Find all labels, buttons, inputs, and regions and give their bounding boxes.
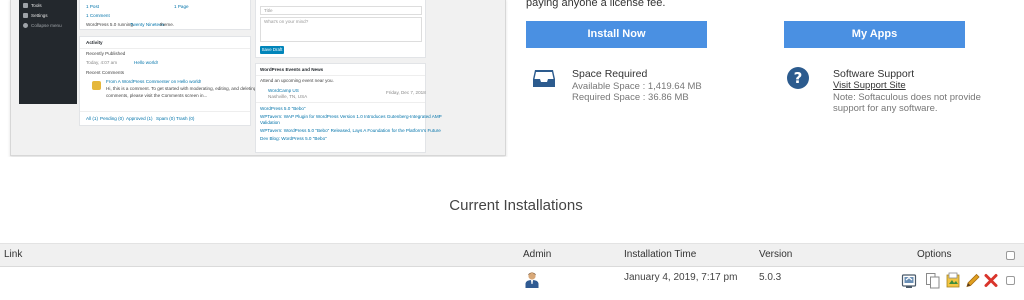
screenshot-preview: Tools Settings Collapse menu 1 Post 1 Pa… — [0, 0, 508, 157]
my-apps-button[interactable]: My Apps — [784, 21, 965, 48]
wp-page-count: 1 Page — [174, 4, 189, 9]
wp-quick-draft: Title What's on your mind? Save Draft — [255, 0, 426, 58]
wp-event-name: WordCamp US — [268, 88, 299, 93]
help-circle-icon: ? — [787, 67, 809, 89]
wp-event-location: Nashville, TN, USA — [268, 94, 308, 99]
wp-draft-content-placeholder: What's on your mind? — [264, 19, 309, 24]
wp-admin-sidebar: Tools Settings Collapse menu — [19, 0, 77, 104]
installation-version: 5.0.3 — [759, 272, 782, 283]
wp-menu-label: Collapse menu — [31, 23, 62, 28]
wp-recently-published: Recently Published — [86, 51, 126, 56]
wp-filter-pending: Pending (0) — [100, 116, 124, 121]
wp-published-post: Hello world! — [134, 60, 158, 65]
wp-draft-content-input: What's on your mind? — [260, 17, 422, 42]
divider — [80, 48, 250, 49]
wp-comment-from: From A WordPress Commenter on Hello worl… — [106, 79, 202, 84]
column-link: Link — [4, 249, 23, 260]
wp-theme-suffix: theme. — [160, 22, 175, 27]
wp-attend-text: Attend an upcoming event near you. — [260, 78, 334, 83]
settings-icon — [23, 13, 28, 18]
wp-save-draft-button: Save Draft — [260, 46, 284, 54]
column-version: Version — [759, 249, 793, 260]
column-installation-time: Installation Time — [624, 249, 697, 260]
current-installations-heading: Current Installations — [449, 197, 583, 214]
divider — [256, 102, 425, 103]
wp-activity: Activity Recently Published Today, 4:07 … — [79, 36, 256, 126]
installation-time: January 4, 2019, 7:17 pm — [624, 272, 738, 283]
column-options: Options — [917, 249, 952, 260]
wp-filter-approved: Approved (1) — [126, 116, 153, 121]
commenter-avatar — [92, 81, 101, 90]
wp-menu-collapse: Collapse menu — [23, 23, 62, 28]
column-admin: Admin — [523, 249, 552, 260]
wp-event-date: Friday, Dec 7, 2018 — [386, 90, 426, 95]
wp-activity-title: Activity — [86, 40, 103, 45]
wrench-icon — [23, 3, 28, 8]
visit-support-site-link[interactable]: Visit Support Site — [833, 80, 906, 91]
license-text: paying anyone a license fee. — [526, 0, 666, 9]
support-note-line-1: Note: Softaculous does not provide — [833, 92, 981, 103]
select-all-checkbox[interactable] — [1006, 251, 1015, 260]
required-space: Required Space : 36.86 MB — [572, 92, 689, 103]
wp-news-item: WordPress 5.0 "Bebo" — [260, 106, 306, 111]
wp-news-item: Dev Blog: WordPress 5.0 "Bebo" — [260, 136, 327, 141]
available-space: Available Space : 1,419.64 MB — [572, 81, 702, 92]
wp-news-item: WPTavern: WAP Plugin for WordPress Versi… — [260, 114, 442, 119]
wp-news-item: WPTavern: WordPress 5.0 "Bebo" Released,… — [260, 128, 441, 133]
wp-events-title: WordPress Events and News — [260, 67, 324, 72]
wp-comment-text-2: comments, please visit the Comments scre… — [106, 93, 208, 98]
support-note-line-2: support for any software. — [833, 103, 938, 114]
svg-text:?: ? — [794, 69, 803, 87]
wp-filter-trash: Trash (0) — [176, 116, 195, 121]
row-checkbox[interactable] — [1006, 276, 1015, 285]
wp-menu-tools: Tools — [23, 3, 42, 8]
collapse-icon — [23, 23, 28, 28]
staging-icon[interactable] — [945, 272, 961, 289]
clone-icon[interactable] — [925, 272, 941, 289]
backup-icon[interactable] — [901, 272, 917, 289]
remove-icon[interactable] — [983, 272, 999, 289]
wp-filter-all: All (1) — [86, 116, 98, 121]
wp-draft-title-placeholder: Title — [264, 8, 273, 13]
inbox-icon — [533, 70, 555, 87]
preview-frame: Tools Settings Collapse menu 1 Post 1 Pa… — [10, 0, 506, 156]
wp-draft-title-input: Title — [260, 6, 422, 15]
wp-at-a-glance: 1 Post 1 Page 1 Comment WordPress 5.0 ru… — [79, 0, 251, 30]
software-support-title: Software Support — [833, 68, 915, 80]
table-row: January 4, 2019, 7:17 pm 5.0.3 — [0, 268, 1024, 300]
wp-recent-comments: Recent Comments — [86, 70, 125, 75]
divider — [256, 75, 425, 76]
wp-events-news: WordPress Events and News Attend an upco… — [255, 63, 442, 153]
wp-menu-label: Tools — [31, 3, 42, 8]
wp-filter-spam: Spam (0) — [156, 116, 175, 121]
wp-published-time: Today, 4:07 am — [86, 60, 118, 65]
divider — [80, 111, 250, 112]
wp-comment-text-1: Hi, this is a comment. To get started wi… — [106, 86, 257, 91]
wp-news-item: Validation — [260, 120, 280, 125]
edit-icon[interactable] — [965, 272, 981, 289]
installations-table-header: Link Admin Installation Time Version Opt… — [0, 243, 1024, 267]
space-required-title: Space Required — [572, 68, 648, 80]
wp-menu-label: Settings — [31, 13, 48, 18]
install-now-button[interactable]: Install Now — [526, 21, 707, 48]
admin-user-icon[interactable] — [525, 271, 539, 288]
wp-menu-settings: Settings — [23, 13, 48, 18]
wp-comment-count: 1 Comment — [86, 13, 110, 18]
wp-post-count: 1 Post — [86, 4, 100, 9]
wp-running-text: WordPress 5.0 running — [86, 22, 133, 27]
